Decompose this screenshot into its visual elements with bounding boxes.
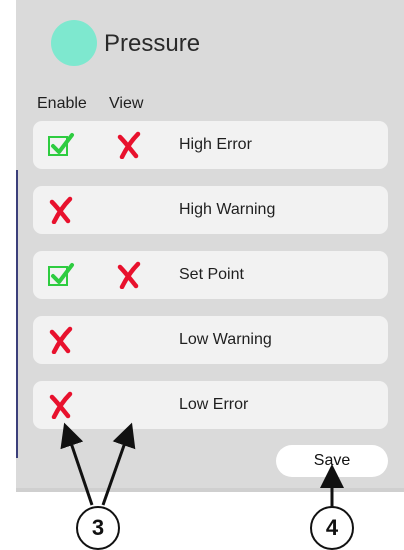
callout-number-4: 4 xyxy=(310,506,354,550)
callout-arrows xyxy=(60,422,344,507)
callout-arrow-view xyxy=(101,422,136,506)
callout-arrow-enable xyxy=(60,422,94,506)
callout-number-3: 3 xyxy=(76,506,120,550)
